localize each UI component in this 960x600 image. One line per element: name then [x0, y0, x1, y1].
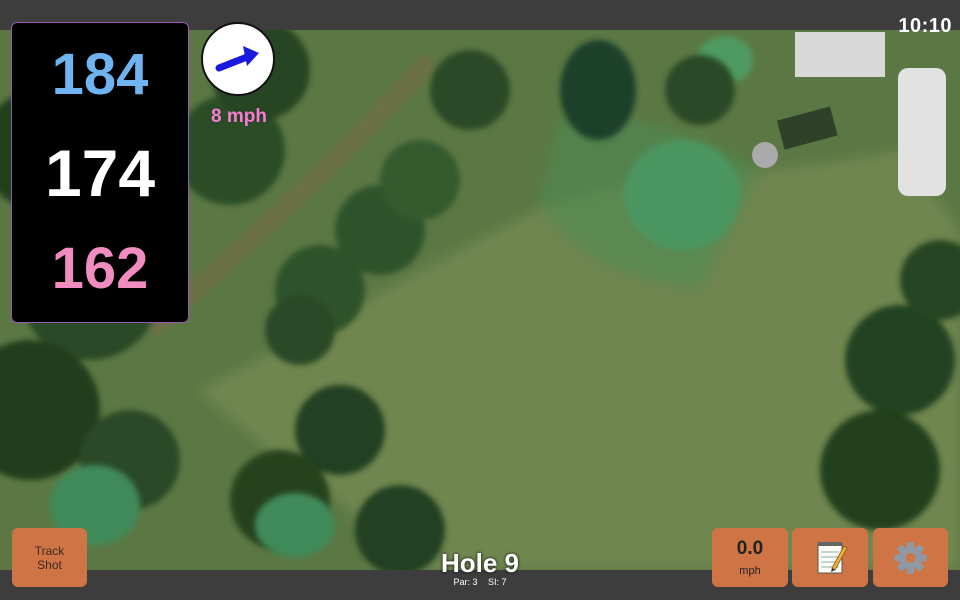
gear-icon	[894, 542, 927, 574]
middle-yardage: 174	[44, 136, 156, 210]
notes-button[interactable]	[792, 528, 868, 587]
speed-unit: mph	[739, 565, 761, 577]
yardage-panel: 184 174 162	[11, 22, 189, 323]
wind-speed: 8 mph	[211, 106, 267, 127]
settings-button[interactable]	[873, 528, 948, 587]
clock-time: 10:10	[898, 15, 952, 37]
wind-arrow-icon	[215, 46, 259, 72]
speed-value: 0.0	[736, 538, 764, 559]
wind-indicator	[201, 22, 275, 96]
hole-info: Par: 3 SI: 7	[380, 577, 580, 587]
speed-button[interactable]: 0.0 mph	[712, 528, 788, 587]
back-yardage: 184	[51, 42, 149, 107]
track-shot-button[interactable]: Track Shot	[12, 528, 87, 587]
hole-title: Hole 9	[440, 548, 520, 578]
hole-par: Par: 3	[453, 577, 478, 587]
hole-stroke-index: SI: 7	[488, 577, 507, 587]
notepad-icon	[817, 542, 848, 574]
track-shot-label: Track Shot	[34, 544, 65, 572]
front-yardage: 162	[51, 236, 149, 301]
